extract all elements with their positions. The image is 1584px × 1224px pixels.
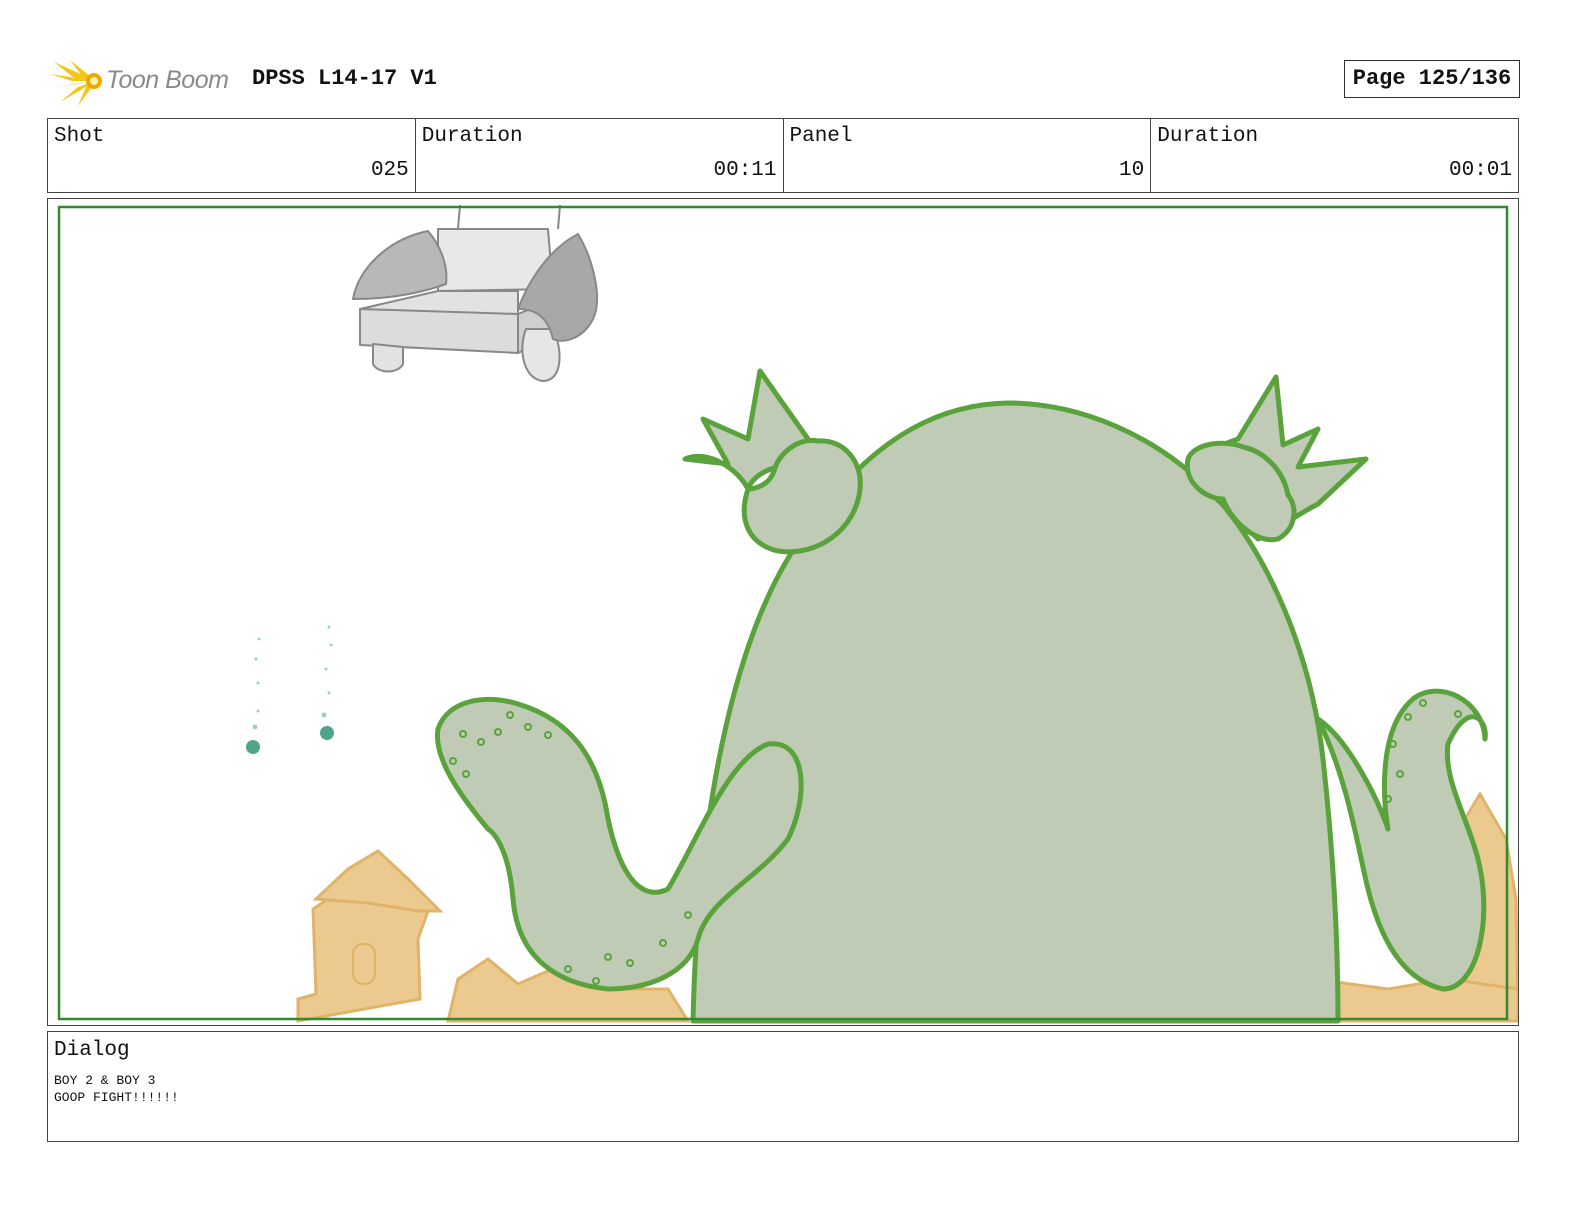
panel-duration-label: Duration xyxy=(1157,125,1259,148)
sea-monster xyxy=(434,368,1488,1024)
page-indicator: Page 125/136 xyxy=(1344,60,1520,98)
dialog-line: BOY 2 & BOY 3 xyxy=(54,1073,156,1088)
panel-value: 10 xyxy=(1119,159,1145,182)
dialog-text: BOY 2 & BOY 3 GOOP FIGHT!!!!!! xyxy=(54,1072,179,1106)
project-title: DPSS L14-17 V1 xyxy=(252,66,437,91)
storyboard-panel xyxy=(47,198,1519,1026)
flying-couch xyxy=(352,204,599,382)
page-header: Toon Boom DPSS L14-17 V1 Page 125/136 xyxy=(48,54,1520,108)
panel-duration-value: 00:01 xyxy=(1448,159,1512,182)
dialog-label: Dialog xyxy=(54,1039,130,1062)
logo-wordmark: Toon Boom xyxy=(106,66,229,94)
shot-cell: Shot 025 xyxy=(48,119,416,192)
shot-duration-label: Duration xyxy=(421,125,523,148)
goop-drops xyxy=(246,625,334,754)
panel-drawing xyxy=(57,204,1518,1024)
panel-label: Panel xyxy=(789,125,853,148)
shot-duration-cell: Duration 00:11 xyxy=(416,119,784,192)
shot-label: Shot xyxy=(54,125,105,148)
shot-value: 025 xyxy=(370,159,409,182)
dialog-box: Dialog BOY 2 & BOY 3 GOOP FIGHT!!!!!! xyxy=(47,1031,1519,1142)
toon-boom-logo: Toon Boom xyxy=(50,56,240,106)
dialog-line: GOOP FIGHT!!!!!! xyxy=(54,1090,179,1105)
starburst-icon xyxy=(50,60,102,106)
shot-duration-value: 00:11 xyxy=(713,159,777,182)
panel-duration-cell: Duration 00:01 xyxy=(1151,119,1518,192)
panel-cell: Panel 10 xyxy=(784,119,1152,192)
shot-info-row: Shot 025 Duration 00:11 Panel 10 Duratio… xyxy=(47,118,1519,193)
